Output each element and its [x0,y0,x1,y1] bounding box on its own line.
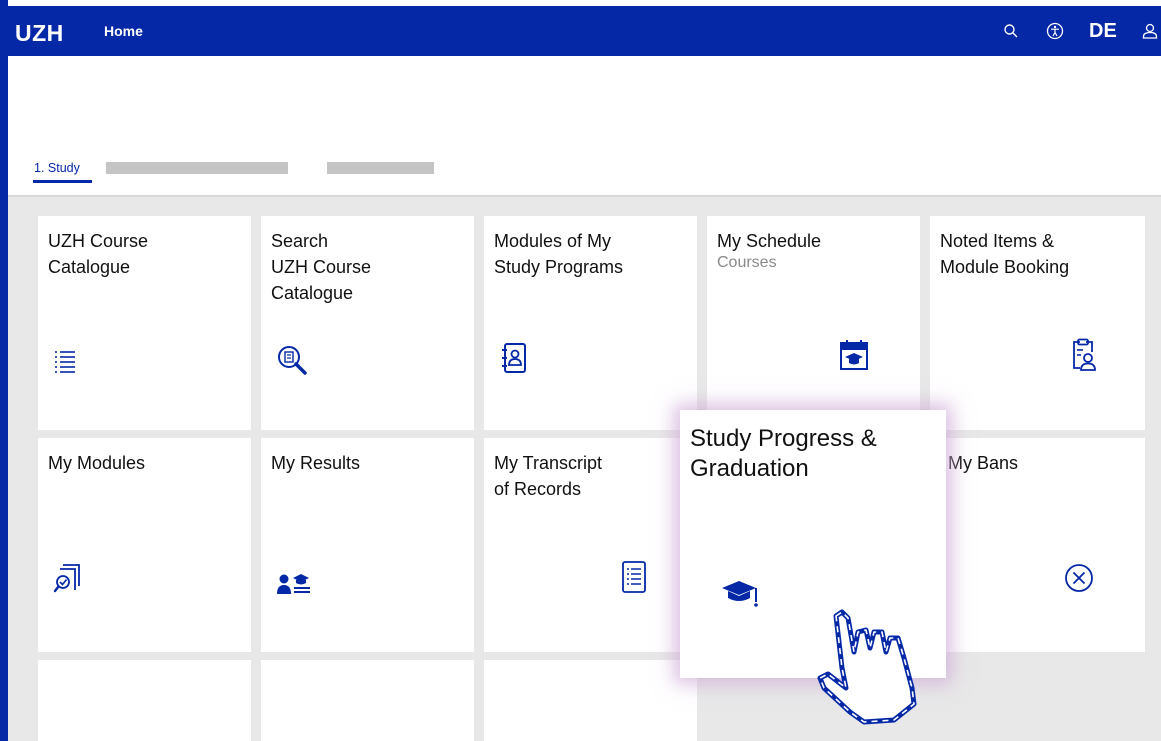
tile-title: My Results [271,453,361,473]
list-icon [53,346,83,376]
tile-title: Search UZH Course Catalogue [271,231,372,303]
tile-my-modules[interactable]: My Modules [38,438,251,652]
left-border [0,0,8,741]
home-link[interactable]: Home [104,23,143,39]
tile-title: Study Progress & Graduation [690,425,877,482]
user-icon[interactable] [1139,20,1161,42]
tile-my-results[interactable]: My Results [261,438,474,652]
clipboard-user-icon [1066,338,1096,371]
uzh-logo[interactable]: UZH [15,20,64,47]
tile-empty-3[interactable] [484,660,697,741]
tile-grid: UZH Course Catalogue Search UZH Course C… [8,197,1161,741]
tab-bar: 1. Study [8,150,1161,197]
document-list-icon [620,560,650,593]
tile-title: My Modules [48,453,146,473]
hand-pointer-cursor [817,609,917,725]
tab-placeholder-2[interactable] [106,162,288,174]
student-results-icon [276,572,310,602]
accessibility-icon[interactable] [1044,20,1066,42]
top-navigation-bar: UZH Home DE [0,6,1161,56]
tile-my-schedule[interactable]: My Schedule Courses [707,216,920,430]
tile-title: Noted Items & Module Booking [940,231,1070,277]
graduation-cap-icon [720,578,762,614]
tile-title: My Bans [948,453,1019,473]
tile-transcript-of-records[interactable]: My Transcript of Records [484,438,697,652]
tile-title: UZH Course Catalogue [48,231,149,277]
tile-title: Modules of My Study Programs [494,231,624,277]
active-tab-indicator [33,180,92,183]
app-window: UZH Home DE 1. Study UZH Course Catalogu… [0,0,1161,741]
tile-study-program-modules[interactable]: Modules of My Study Programs [484,216,697,430]
tab-study[interactable]: 1. Study [34,161,80,175]
tile-empty-1[interactable] [38,660,251,741]
tile-search-catalogue[interactable]: Search UZH Course Catalogue [261,216,474,430]
modules-search-icon [53,562,83,593]
tile-title: My Schedule [717,231,822,251]
tile-empty-2[interactable] [261,660,474,741]
contacts-book-icon [500,342,530,373]
language-switch[interactable]: DE [1089,20,1117,43]
tab-placeholder-3[interactable] [327,162,434,174]
search-icon[interactable] [1000,20,1022,42]
calendar-graduation-icon [839,339,869,370]
circle-x-icon [1063,562,1093,592]
tile-noted-items[interactable]: Noted Items & Module Booking [930,216,1145,430]
tile-my-bans[interactable]: My Bans [930,438,1145,652]
search-catalogue-icon [276,344,307,375]
tile-title: My Transcript of Records [494,453,603,499]
tile-subtitle: Courses [717,254,777,271]
tile-course-catalogue[interactable]: UZH Course Catalogue [38,216,251,430]
